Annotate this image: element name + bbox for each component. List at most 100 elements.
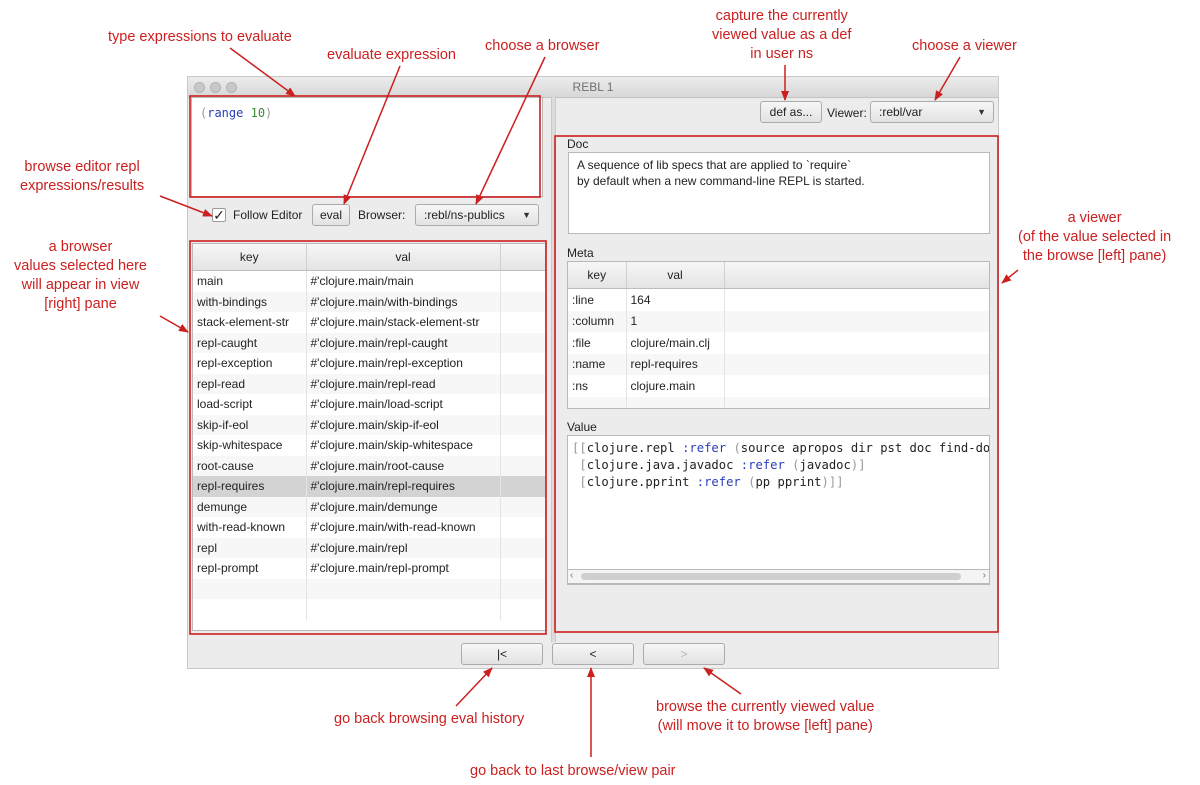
meta-key-cell: :file bbox=[568, 332, 627, 354]
anno-choose-viewer: choose a viewer bbox=[912, 38, 1017, 54]
table-row[interactable]: skip-whitespace #'clojure.main/skip-white… bbox=[193, 435, 545, 456]
empty-cell bbox=[626, 396, 725, 408]
row-val-cell: #'clojure.main/repl-prompt bbox=[306, 558, 501, 579]
table-row[interactable]: repl-read #'clojure.main/repl-read bbox=[193, 373, 545, 394]
anno-browser-line-2: values selected here bbox=[14, 258, 147, 274]
value-text: clojure.java.javadoc bbox=[586, 458, 741, 472]
table-row[interactable] bbox=[193, 599, 545, 620]
chevron-down-icon: ▼ bbox=[977, 107, 986, 117]
arrow-first-history bbox=[455, 667, 493, 707]
table-row[interactable]: with-read-known #'clojure.main/with-read-… bbox=[193, 517, 545, 538]
table-row[interactable] bbox=[193, 578, 545, 599]
table-row[interactable]: root-cause #'clojure.main/root-cause bbox=[193, 455, 545, 476]
empty-cell bbox=[724, 332, 989, 354]
empty-cell bbox=[500, 476, 545, 497]
meta-col-val[interactable]: val bbox=[626, 262, 725, 289]
value-bracket: )]] bbox=[821, 475, 844, 489]
empty-cell bbox=[500, 558, 545, 579]
arrow-forward bbox=[703, 667, 742, 695]
table-row[interactable]: main #'clojure.main/main bbox=[193, 270, 545, 292]
meta-row[interactable] bbox=[568, 396, 989, 408]
row-key-cell: demunge bbox=[193, 496, 307, 517]
empty-cell bbox=[500, 599, 545, 620]
first-history-button[interactable]: |< bbox=[461, 643, 543, 665]
meta-row[interactable]: :column 1 bbox=[568, 310, 989, 332]
anno-capture-line-3: in user ns bbox=[750, 46, 814, 62]
meta-key-cell: :ns bbox=[568, 375, 627, 397]
meta-row[interactable]: :file clojure/main.clj bbox=[568, 332, 989, 354]
value-horizontal-scrollbar[interactable]: ‹ › bbox=[567, 569, 990, 584]
anno-capture-def: capture the currently viewed value as a … bbox=[712, 7, 851, 64]
empty-cell bbox=[724, 396, 989, 408]
scroll-thumb[interactable] bbox=[581, 573, 961, 580]
meta-row[interactable]: :name repl-requires bbox=[568, 353, 989, 375]
value-text-area[interactable]: [[clojure.repl :refer (source apropos di… bbox=[567, 435, 990, 585]
meta-val-cell: clojure/main.clj bbox=[626, 332, 725, 354]
table-row[interactable]: repl-prompt #'clojure.main/repl-prompt bbox=[193, 558, 545, 579]
browser-select[interactable]: :rebl/ns-publics ▼ bbox=[415, 204, 539, 226]
expression-editor[interactable]: (range 10) bbox=[191, 97, 543, 197]
scroll-right-icon[interactable]: › bbox=[983, 570, 986, 581]
empty-cell bbox=[500, 291, 545, 312]
value-line: [clojure.pprint :refer (pp pprint)]] bbox=[572, 474, 985, 491]
empty-cell bbox=[500, 312, 545, 333]
def-as-button[interactable]: def as... bbox=[760, 101, 822, 123]
anno-browser-line-3: will appear in view bbox=[21, 277, 140, 293]
row-val-cell: #'clojure.main/repl-exception bbox=[306, 353, 501, 374]
back-button[interactable]: < bbox=[552, 643, 634, 665]
doc-text-area[interactable]: A sequence of lib specs that are applied… bbox=[568, 152, 990, 234]
table-row[interactable]: demunge #'clojure.main/demunge bbox=[193, 496, 545, 517]
anno-viewer-line-1: a viewer bbox=[1067, 210, 1122, 226]
value-text: javadoc bbox=[799, 458, 851, 472]
meta-col-key[interactable]: key bbox=[568, 262, 627, 289]
meta-row[interactable]: :line 164 bbox=[568, 288, 989, 311]
table-row[interactable]: repl-caught #'clojure.main/repl-caught bbox=[193, 332, 545, 353]
view-pane: def as... Viewer: :rebl/var ▼ Doc A sequ… bbox=[554, 97, 998, 642]
value-bracket: )] bbox=[850, 458, 866, 472]
meta-row[interactable]: :ns clojure.main bbox=[568, 375, 989, 397]
row-val-cell: #'clojure.main/repl-read bbox=[306, 373, 501, 394]
meta-table-header: key val bbox=[568, 262, 989, 289]
meta-col-filler bbox=[724, 262, 989, 289]
arrow-viewer-pane bbox=[1001, 269, 1019, 284]
anno-evaluate-expression: evaluate expression bbox=[327, 47, 456, 63]
anno-capture-line-2: viewed value as a def bbox=[712, 27, 852, 43]
anno-browser-line-1: a browser bbox=[48, 239, 113, 255]
anno-browse-current: browse the currently viewed value (will … bbox=[656, 698, 874, 736]
browse-col-val[interactable]: val bbox=[306, 244, 501, 271]
value-label: Value bbox=[567, 420, 597, 434]
browse-col-key[interactable]: key bbox=[193, 244, 307, 271]
anno-browse-editor-line-2: expressions/results bbox=[20, 178, 145, 194]
follow-editor-label: Follow Editor bbox=[233, 208, 303, 222]
eval-button[interactable]: eval bbox=[312, 204, 350, 226]
anno-viewer: a viewer (of the value selected in the b… bbox=[1018, 209, 1171, 266]
follow-editor-checkbox[interactable]: ✓ bbox=[212, 208, 226, 222]
table-row[interactable]: with-bindings #'clojure.main/with-binding… bbox=[193, 291, 545, 312]
viewer-select[interactable]: :rebl/var ▼ bbox=[870, 101, 994, 123]
empty-cell bbox=[500, 332, 545, 353]
forward-button[interactable]: > bbox=[643, 643, 725, 665]
table-row[interactable]: skip-if-eol #'clojure.main/skip-if-eol bbox=[193, 414, 545, 435]
table-row[interactable]: repl #'clojure.main/repl bbox=[193, 537, 545, 558]
anno-choose-browser: choose a browser bbox=[485, 38, 600, 54]
anno-viewer-line-3: the browse [left] pane) bbox=[1022, 248, 1167, 264]
empty-cell bbox=[724, 310, 989, 332]
doc-label: Doc bbox=[567, 137, 589, 151]
value-line: [clojure.java.javadoc :refer (javadoc)] bbox=[572, 457, 985, 474]
browse-col-filler bbox=[500, 244, 545, 271]
table-row[interactable]: load-script #'clojure.main/load-script bbox=[193, 394, 545, 415]
row-key-cell: main bbox=[193, 270, 307, 292]
table-row[interactable]: repl-exception #'clojure.main/repl-except… bbox=[193, 353, 545, 374]
empty-cell bbox=[500, 270, 545, 292]
empty-cell bbox=[306, 578, 501, 599]
row-key-cell: load-script bbox=[193, 394, 307, 415]
browser-select-value: :rebl/ns-publics bbox=[424, 208, 505, 222]
empty-cell bbox=[500, 496, 545, 517]
row-key-cell: root-cause bbox=[193, 455, 307, 476]
table-row[interactable]: stack-element-str #'clojure.main/stack-el… bbox=[193, 312, 545, 333]
value-text: clojure.repl bbox=[586, 441, 683, 455]
value-bracket: ( bbox=[792, 458, 800, 472]
viewer-select-value: :rebl/var bbox=[879, 105, 923, 119]
scroll-left-icon[interactable]: ‹ bbox=[570, 570, 573, 581]
table-row[interactable]: repl-requires #'clojure.main/repl-require… bbox=[193, 476, 545, 497]
